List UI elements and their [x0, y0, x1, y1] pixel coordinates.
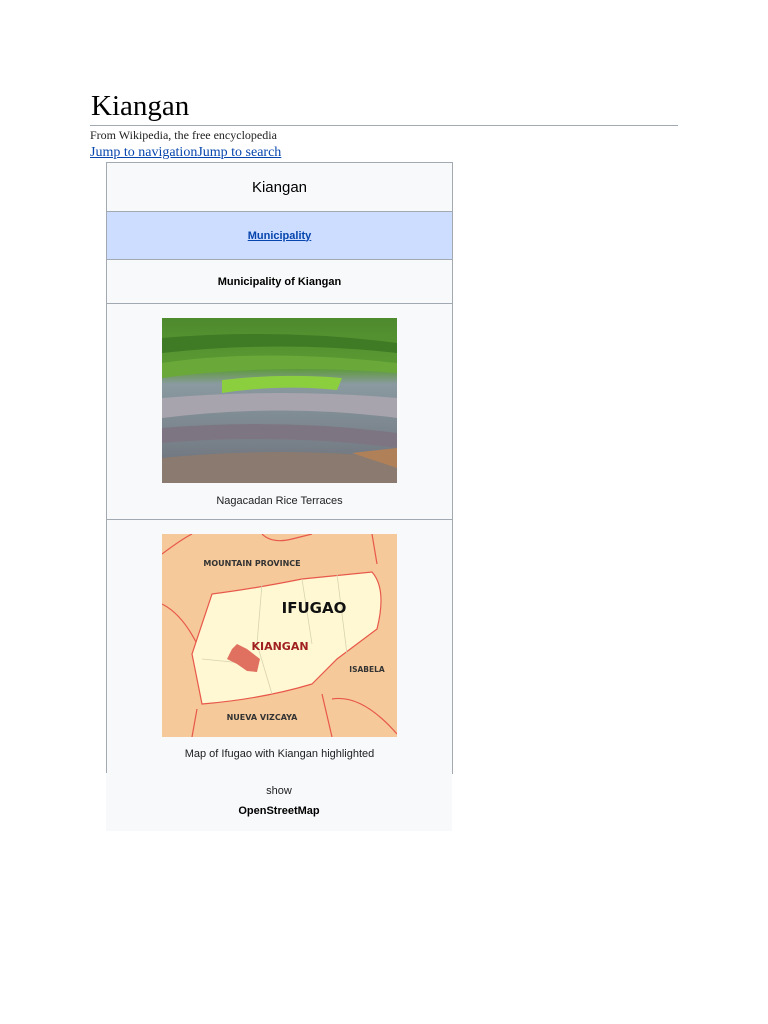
jump-links: Jump to navigationJump to search — [90, 145, 281, 161]
map-label-nueva-vizcaya: NUEVA VIZCAYA — [227, 713, 299, 722]
openstreetmap-label: OpenStreetMap — [238, 805, 320, 817]
rice-terraces-photo[interactable] — [162, 318, 397, 483]
show-toggle[interactable]: show — [106, 785, 452, 797]
infobox-type-row: Municipality — [107, 212, 452, 260]
map-label-ifugao: IFUGAO — [282, 599, 347, 617]
map-caption: Map of Ifugao with Kiangan highlighted — [184, 748, 375, 760]
map-label-kiangan: KIANGAN — [251, 640, 308, 653]
municipality-link[interactable]: Municipality — [248, 230, 312, 242]
map-label-mountain-province: MOUNTAIN PROVINCE — [203, 559, 300, 568]
infobox-title: Kiangan — [107, 163, 452, 212]
infobox-map-row: MOUNTAIN PROVINCE IFUGAO KIANGAN ISABELA… — [107, 520, 452, 774]
infobox-official-name: Municipality of Kiangan — [107, 260, 452, 304]
photo-caption: Nagacadan Rice Terraces — [216, 495, 343, 507]
infobox: Kiangan Municipality Municipality of Kia… — [106, 162, 453, 774]
locator-map[interactable]: MOUNTAIN PROVINCE IFUGAO KIANGAN ISABELA… — [162, 534, 397, 737]
page-title: Kiangan — [91, 90, 190, 122]
infobox-photo-row: Nagacadan Rice Terraces — [107, 304, 452, 520]
osm-section: show OpenStreetMap — [106, 773, 452, 831]
jump-to-navigation-link[interactable]: Jump to navigation — [90, 145, 197, 160]
title-divider — [90, 125, 678, 126]
tagline: From Wikipedia, the free encyclopedia — [90, 128, 277, 142]
jump-to-search-link[interactable]: Jump to search — [197, 145, 281, 160]
map-label-isabela: ISABELA — [349, 665, 385, 674]
